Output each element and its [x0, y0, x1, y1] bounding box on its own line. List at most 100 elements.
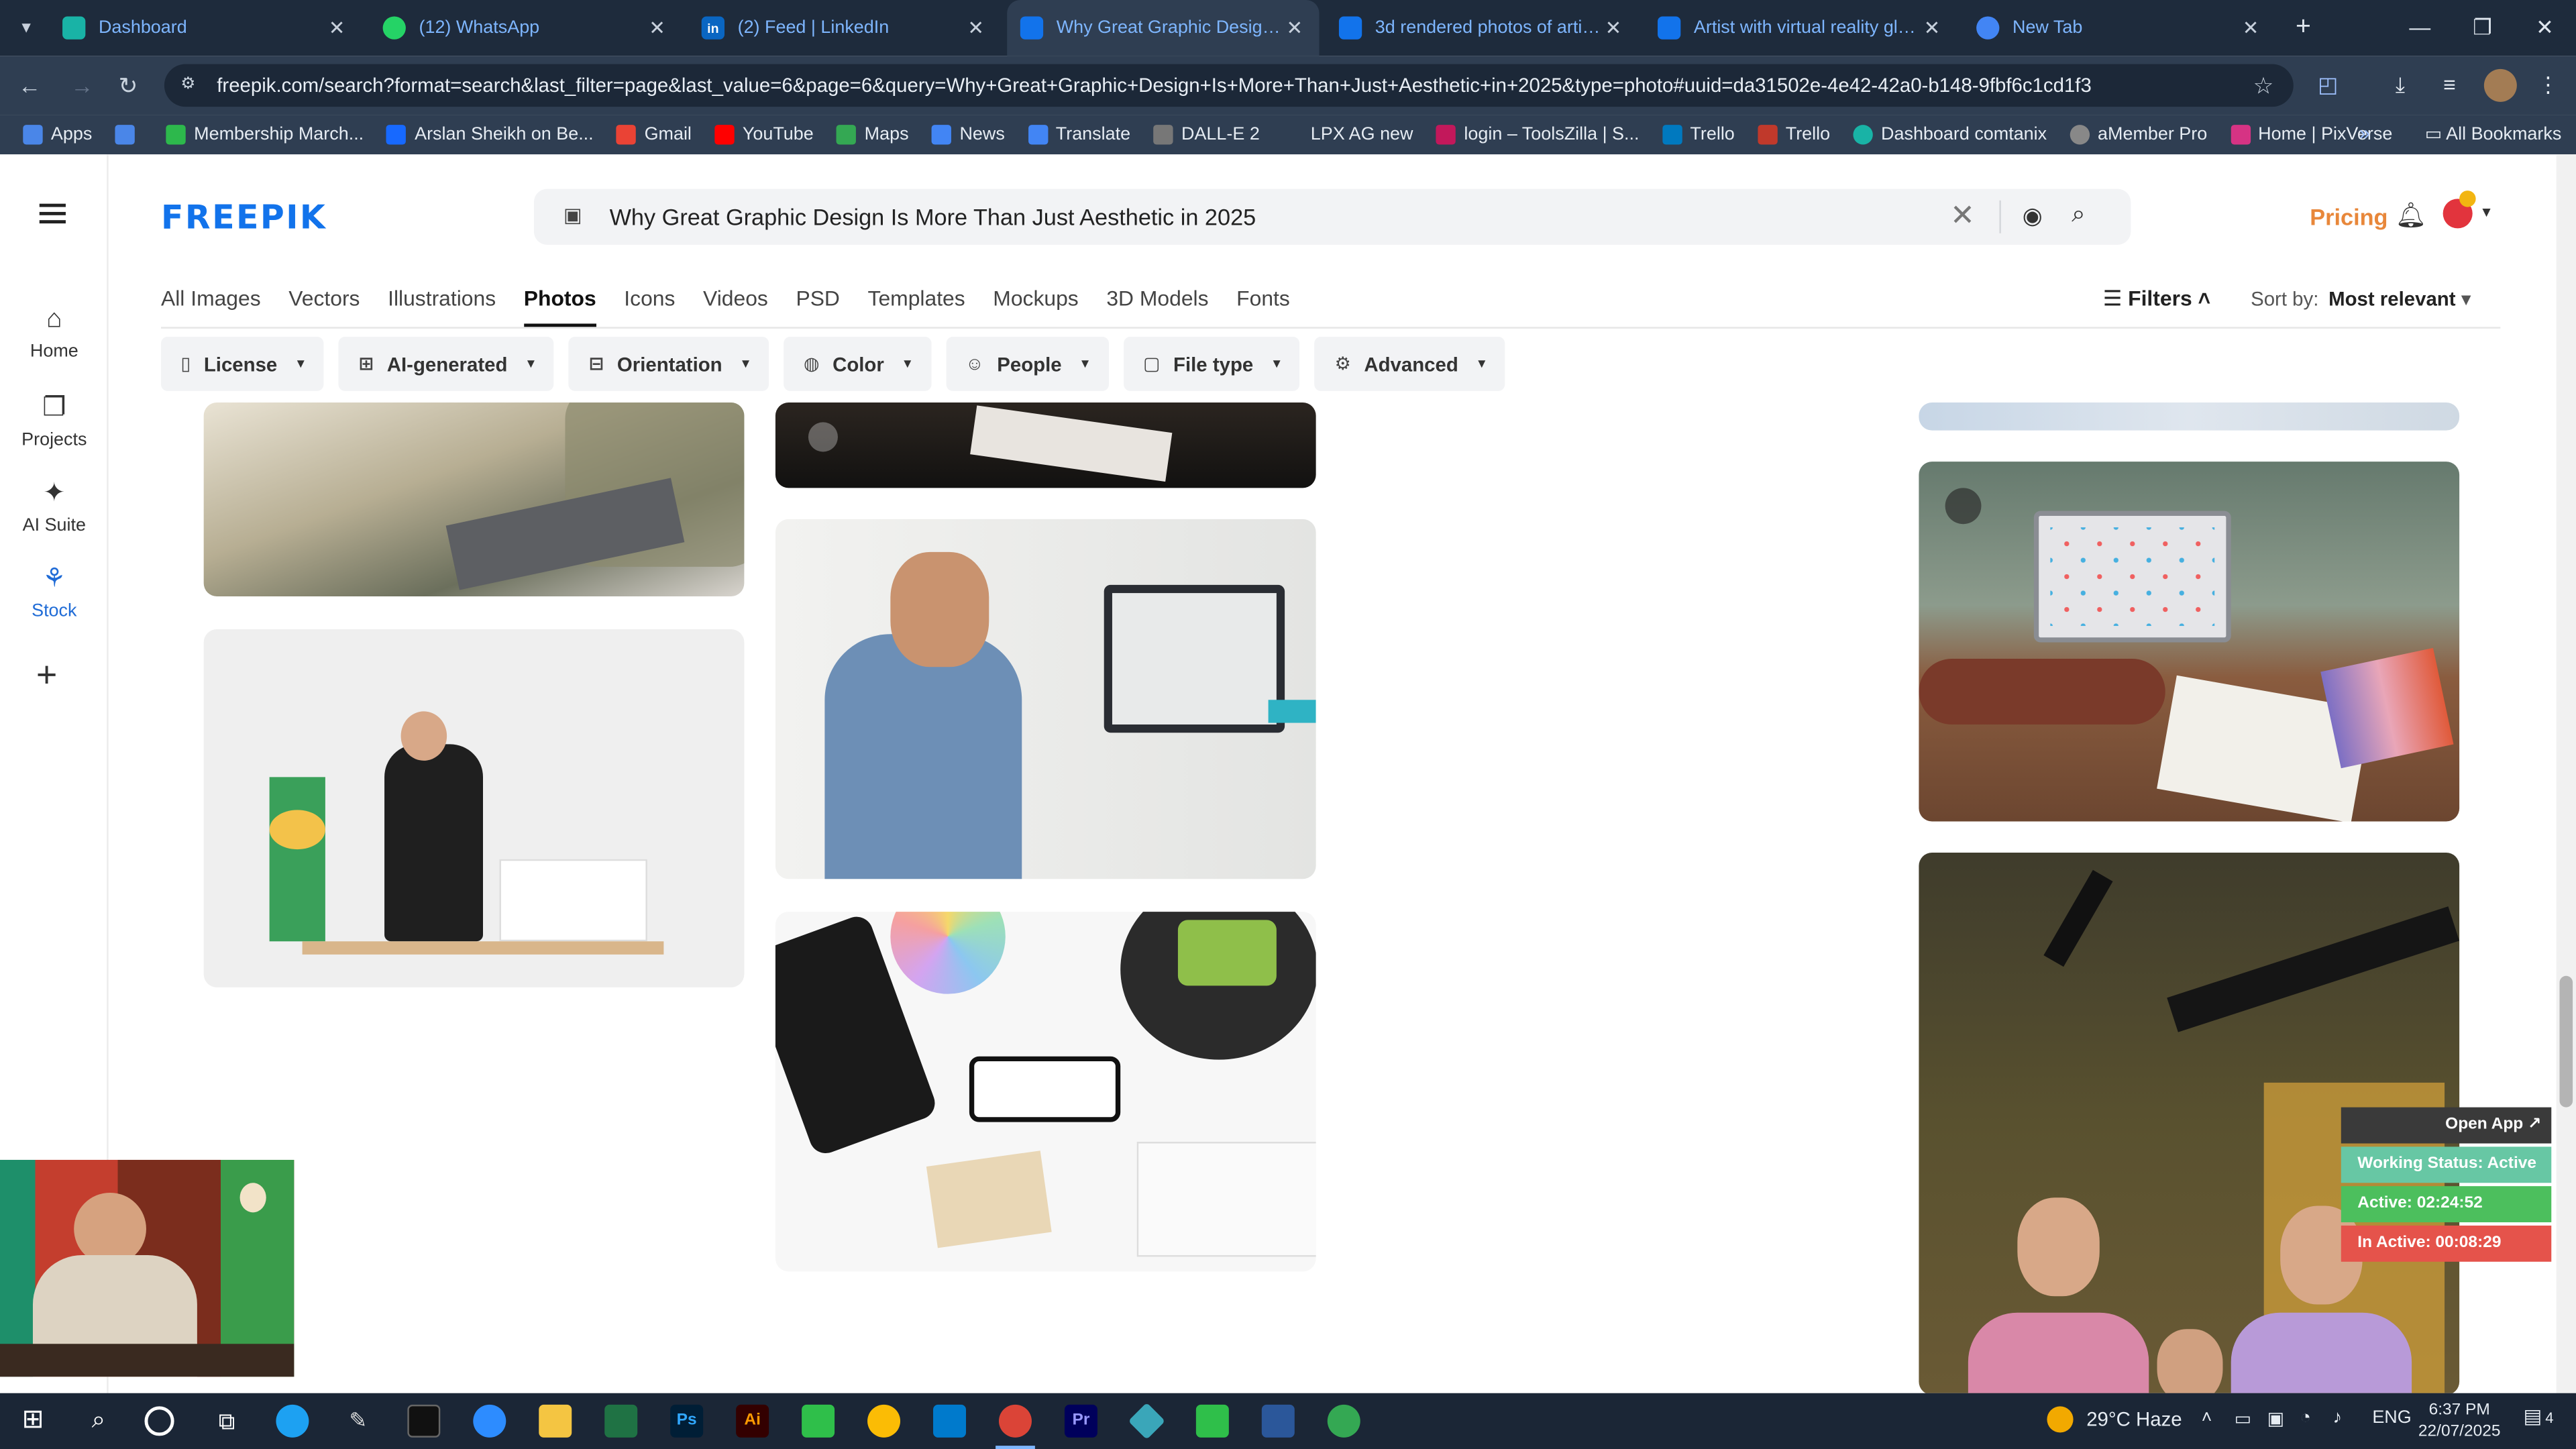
chrome-icon[interactable]	[1327, 1404, 1360, 1438]
file-explorer-icon[interactable]	[539, 1404, 572, 1438]
tab-fonts[interactable]: Fonts	[1236, 286, 1290, 327]
windows-start-icon[interactable]: ⊞	[16, 1405, 49, 1438]
close-icon[interactable]: ✕	[2239, 16, 2262, 39]
download-icon[interactable]: ⤓	[2385, 70, 2415, 100]
cortana-icon[interactable]	[144, 1406, 174, 1436]
tab-new-tab[interactable]: New Tab ✕	[1964, 0, 2275, 56]
media-icon[interactable]: ≡	[2434, 70, 2464, 100]
close-icon[interactable]: ✕	[1602, 16, 1625, 39]
tab-freepik-vr[interactable]: Artist with virtual reality glasse ✕	[1644, 0, 1956, 56]
excel-icon[interactable]	[604, 1404, 638, 1438]
terminal-icon[interactable]	[407, 1404, 441, 1438]
tab-dashboard[interactable]: Dashboard ✕	[49, 0, 361, 56]
orientation-filter[interactable]: ⊟ Orientation ▾	[569, 337, 769, 391]
bookmark-membership[interactable]: Membership March...	[166, 125, 364, 145]
bookmark-star-icon[interactable]: ☆	[2253, 72, 2274, 101]
bookmark-trello-1[interactable]: Trello	[1662, 125, 1735, 145]
url-text[interactable]: freepik.com/search?format=search&last_fi…	[217, 74, 2092, 97]
weather-text[interactable]: 29°C Haze	[2086, 1408, 2182, 1431]
zoom-icon[interactable]	[473, 1404, 506, 1438]
wifi-icon[interactable]: ◔	[2300, 1408, 2311, 1428]
photo-man-drawing-tablet[interactable]	[775, 519, 1316, 879]
close-icon[interactable]: ✕	[325, 16, 348, 39]
nav-ai-suite[interactable]: ✦ AI Suite	[0, 476, 109, 535]
bookmark-trello-2[interactable]: Trello	[1758, 125, 1830, 145]
word-icon[interactable]	[1261, 1404, 1295, 1438]
notification-icon[interactable]: ▤ 4	[2524, 1405, 2554, 1428]
close-icon[interactable]: ✕	[1921, 16, 1943, 39]
bell-icon[interactable]: 🔔︎	[2396, 201, 2427, 230]
bookmark-gmail[interactable]: Gmail	[616, 125, 692, 145]
photo-laptop-color-swatches[interactable]	[1919, 462, 2460, 822]
tab-icons[interactable]: Icons	[624, 286, 675, 327]
task-view-icon[interactable]: ⧉	[210, 1405, 243, 1438]
minimize-button[interactable]: —	[2389, 0, 2451, 56]
nav-stock[interactable]: ⚘ Stock	[0, 562, 109, 621]
bookmark-maps[interactable]: Maps	[837, 125, 909, 145]
pricing-link[interactable]: Pricing	[2310, 204, 2387, 230]
network-icon[interactable]: ▭	[2235, 1408, 2251, 1429]
tab-templates[interactable]: Templates	[868, 286, 965, 327]
tab-mockups[interactable]: Mockups	[993, 286, 1078, 327]
tab-all-images[interactable]: All Images	[161, 286, 261, 327]
bookmark-news[interactable]: News	[931, 125, 1005, 145]
volume-icon[interactable]: ♪	[2333, 1408, 2342, 1428]
bookmark-translate[interactable]: Translate	[1028, 125, 1130, 145]
bookmark-amember[interactable]: aMember Pro	[2070, 125, 2207, 145]
license-filter[interactable]: ▯ License ▾	[161, 337, 325, 391]
close-icon[interactable]: ✕	[645, 16, 668, 39]
bookmark-dalle[interactable]: DALL-E 2	[1153, 125, 1260, 145]
image-type-icon[interactable]: ▣	[564, 204, 586, 227]
bookmark-behance[interactable]: Arslan Sheikh on Be...	[386, 125, 594, 145]
photo-man-painting-studio[interactable]	[203, 629, 745, 987]
bookmark-comtanix[interactable]: Dashboard comtanix	[1853, 125, 2047, 145]
tab-whatsapp[interactable]: (12) WhatsApp ✕	[370, 0, 682, 56]
add-icon[interactable]: +	[36, 654, 57, 697]
open-app-button[interactable]: Open App ↗	[2341, 1107, 2552, 1144]
nav-home[interactable]: ⌂ Home	[0, 306, 109, 362]
display-icon[interactable]: ▣	[2267, 1408, 2284, 1429]
premiere-icon[interactable]: Pr	[1064, 1404, 1097, 1438]
more-bookmarks-icon[interactable]: »	[2359, 121, 2370, 144]
profile-avatar[interactable]	[2483, 68, 2517, 102]
site-info-icon[interactable]: ⚙	[180, 76, 200, 95]
back-button[interactable]: ←	[13, 69, 46, 102]
extension-icon[interactable]: ◰	[2313, 70, 2343, 100]
vscode-icon[interactable]	[933, 1404, 967, 1438]
search-input[interactable]: Why Great Graphic Design Is More Than Ju…	[610, 204, 1256, 230]
bookmark-lpx[interactable]: LPX AG new	[1283, 125, 1413, 145]
reload-button[interactable]: ↻	[112, 69, 145, 102]
forward-button[interactable]: →	[66, 69, 99, 102]
bookmark-grid[interactable]	[115, 125, 144, 145]
tab-freepik-active[interactable]: Why Great Graphic Design Is M ✕	[1007, 0, 1320, 56]
chevron-up-icon[interactable]: ˄	[2202, 1408, 2212, 1428]
tab-vectors[interactable]: Vectors	[288, 286, 360, 327]
search-icon[interactable]: ⌕	[82, 1405, 115, 1438]
weather-icon[interactable]	[2047, 1406, 2074, 1433]
chrome-icon[interactable]	[867, 1404, 901, 1438]
search-bar[interactable]: ▣ Why Great Graphic Design Is More Than …	[533, 189, 2131, 245]
language-indicator[interactable]: ENG	[2372, 1408, 2411, 1428]
edge-icon[interactable]	[276, 1404, 309, 1438]
nav-projects[interactable]: ❐ Projects	[0, 391, 109, 450]
restore-button[interactable]: ❐	[2451, 0, 2514, 56]
photo-design-desk-dark[interactable]	[775, 402, 1316, 488]
people-filter[interactable]: ☺ People ▾	[945, 337, 1109, 391]
photoshop-icon[interactable]: Ps	[670, 1404, 704, 1438]
app-icon[interactable]	[1128, 1402, 1166, 1440]
clear-search-icon[interactable]: ✕	[1950, 199, 1975, 233]
bookmark-youtube[interactable]: YouTube	[714, 125, 814, 145]
tab-psd[interactable]: PSD	[796, 286, 839, 327]
file-type-filter[interactable]: ▢ File type ▾	[1123, 337, 1301, 391]
browser-menu-icon[interactable]: ⋮	[2533, 70, 2563, 100]
bookmark-toolszilla[interactable]: login – ToolsZilla | S...	[1436, 125, 1640, 145]
close-icon[interactable]: ✕	[965, 16, 987, 39]
new-tab-button[interactable]: +	[2287, 11, 2320, 44]
chevron-down-icon[interactable]: ▾	[2482, 204, 2490, 222]
tab-freepik-3d[interactable]: 3d rendered photos of artist m ✕	[1326, 0, 1638, 56]
sort-dropdown[interactable]: Sort by: Most relevant ▾	[2251, 288, 2471, 311]
omnibox[interactable]: ⚙ freepik.com/search?format=search&last_…	[164, 64, 2294, 107]
freepik-logo[interactable]: FREEPIK	[161, 197, 327, 237]
tab-linkedin[interactable]: in (2) Feed | LinkedIn ✕	[688, 0, 1000, 56]
filters-toggle[interactable]: ☰ Filters ˄	[2103, 286, 2210, 312]
